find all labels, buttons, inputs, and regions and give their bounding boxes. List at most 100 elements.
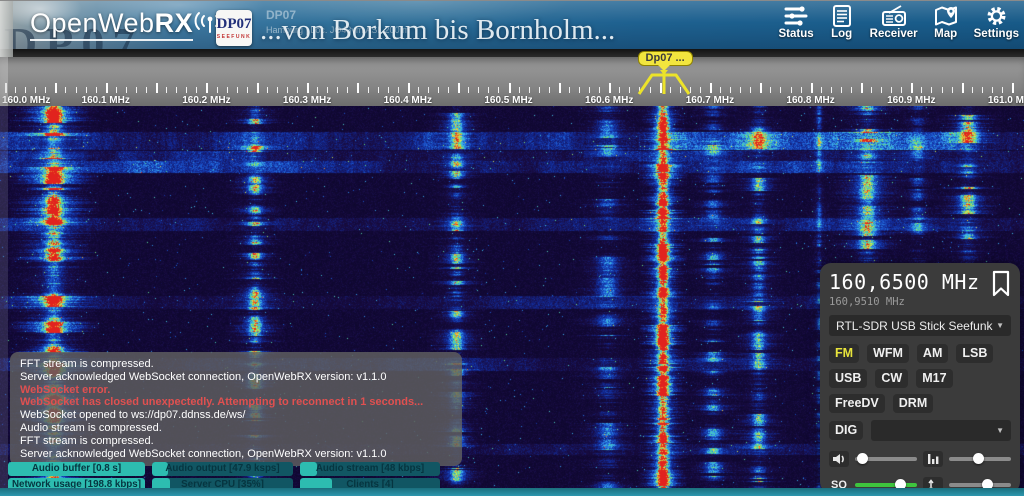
scale-tick [96, 87, 97, 93]
waterfall-colors-button[interactable] [923, 451, 943, 467]
scale-label: 160.9 MHz [887, 95, 935, 106]
scale-tick [428, 87, 429, 93]
scale-tick [327, 87, 328, 93]
scale-tick [629, 87, 630, 93]
digital-mode-select[interactable]: ▼ [871, 420, 1011, 441]
scale-tick [982, 87, 983, 93]
scale-tick [136, 87, 137, 93]
mode-button-am[interactable]: AM [917, 344, 948, 363]
mode-button-cw[interactable]: CW [875, 369, 908, 388]
nav-item-receiver[interactable]: Receiver [870, 5, 918, 40]
mode-button-drm[interactable]: DRM [893, 394, 933, 413]
scale-tick [126, 87, 127, 93]
scale-tick [35, 87, 36, 93]
log-icon [831, 5, 853, 27]
badge-title: DP07 [217, 17, 252, 32]
profile-select[interactable]: RTL-SDR USB Stick Seefunk ▼ [829, 315, 1011, 336]
scale-tick [458, 83, 460, 93]
scale-tick [992, 87, 993, 93]
scale-tick [750, 87, 751, 93]
log-line: Audio stream is compressed. [20, 422, 452, 435]
scale-tick [791, 87, 792, 93]
volume-slider[interactable] [855, 457, 917, 461]
scale-tick [952, 87, 953, 93]
nav-label: Settings [974, 28, 1019, 40]
settings-icon [985, 5, 1008, 27]
scale-tick [579, 87, 580, 93]
nav-item-map[interactable]: Map [929, 5, 963, 40]
header: DP07 OpenWebRX DP07 SEEFUNK DP07 Hamburg… [0, 1, 1024, 49]
waterfall-max-slider[interactable] [949, 457, 1011, 461]
volume-slider-thumb[interactable] [857, 453, 868, 464]
nav-label: Receiver [870, 28, 918, 40]
bookmark-icon[interactable] [991, 270, 1011, 297]
scale-tick [972, 87, 973, 93]
openwebrx-app: DP07 OpenWebRX DP07 SEEFUNK DP07 Hamburg… [0, 0, 1024, 496]
nav-item-log[interactable]: Log [825, 5, 859, 40]
mode-button-wfm[interactable]: WFM [867, 344, 909, 363]
scale-tick [408, 83, 410, 93]
scale-tick [720, 87, 721, 93]
scale-tick [589, 87, 590, 93]
scale-label: 160.2 MHz [182, 95, 230, 106]
scale-label: 160.7 MHz [686, 95, 734, 106]
scale-tick [227, 87, 228, 93]
scale-tick [921, 87, 922, 93]
squelch-slider[interactable] [855, 483, 917, 487]
mode-button-fm[interactable]: FM [829, 344, 859, 363]
mode-button-dig[interactable]: DIG [829, 421, 863, 440]
receiver-icon [881, 5, 907, 27]
mode-button-lsb[interactable]: LSB [956, 344, 993, 363]
scale-tick [357, 83, 359, 93]
scale-tick [116, 87, 117, 93]
mode-button-usb[interactable]: USB [829, 369, 867, 388]
header-nav: Status Log Receiver Map Settings [779, 5, 1020, 40]
scale-tick [509, 83, 511, 93]
scale-tick [911, 83, 913, 93]
scale-tick [146, 87, 147, 93]
scale-tick [700, 87, 701, 93]
scale-tick [529, 87, 530, 93]
tuned-frequency[interactable]: 160,6500 MHz [829, 270, 980, 294]
scale-label: 160.3 MHz [283, 95, 331, 106]
scale-label: 160.1 MHz [82, 95, 130, 106]
chevron-down-icon: ▼ [996, 321, 1004, 330]
bottom-strip [0, 488, 1024, 496]
nav-label: Map [934, 28, 957, 40]
bookmark-dp07[interactable]: Dp07 ... [638, 51, 693, 66]
scale-tick [237, 87, 238, 93]
header-sub-strip [0, 49, 1024, 57]
scale-tick [277, 87, 278, 93]
dp07-badge[interactable]: DP07 SEEFUNK [216, 10, 252, 46]
openwebrx-logo[interactable]: OpenWebRX [30, 8, 227, 41]
scale-tick [931, 87, 932, 93]
scale-tick [337, 87, 338, 93]
scale-tick [15, 87, 16, 93]
scale-label: 160.0 MHz [2, 95, 50, 106]
log-line: WebSocket opened to ws://dp07.ddnss.de/w… [20, 409, 452, 422]
station-slogan: ...von Borkum bis Bornholm... [260, 14, 615, 47]
scale-tick [831, 87, 832, 93]
badge-subtitle: SEEFUNK [217, 34, 251, 40]
log-messages-panel: FFT stream is compressed.Server acknowle… [10, 352, 462, 466]
waterfall-min-slider[interactable] [949, 483, 1011, 487]
mode-buttons: FM WFM AM LSB USB CW M17 FreeDV DRM [829, 344, 1011, 413]
mute-button[interactable] [829, 451, 849, 467]
mode-button-m17[interactable]: M17 [916, 369, 952, 388]
scale-label: 160.8 MHz [786, 95, 834, 106]
scale-label: 160.4 MHz [384, 95, 432, 106]
nav-item-status[interactable]: Status [779, 5, 814, 40]
scale-tick [942, 87, 943, 93]
scale-label: 161.0 MHz [988, 95, 1024, 106]
mode-button-freedv[interactable]: FreeDV [829, 394, 885, 413]
scale-tick [287, 87, 288, 93]
passband-indicator[interactable] [637, 69, 691, 96]
waterfall-edge-strip [0, 106, 8, 489]
scale-tick [851, 87, 852, 93]
waterfall-max-slider-thumb[interactable] [973, 453, 984, 464]
frequency-scale[interactable]: 160.0 MHz 160.1 MHz 160.2 MHz 160.3 MHz 160.… [0, 57, 1024, 106]
chevron-down-icon: ▼ [996, 426, 1004, 435]
nav-item-settings[interactable]: Settings [974, 5, 1019, 40]
scale-label: 160.6 MHz [585, 95, 633, 106]
log-line: FFT stream is compressed. [20, 358, 452, 371]
